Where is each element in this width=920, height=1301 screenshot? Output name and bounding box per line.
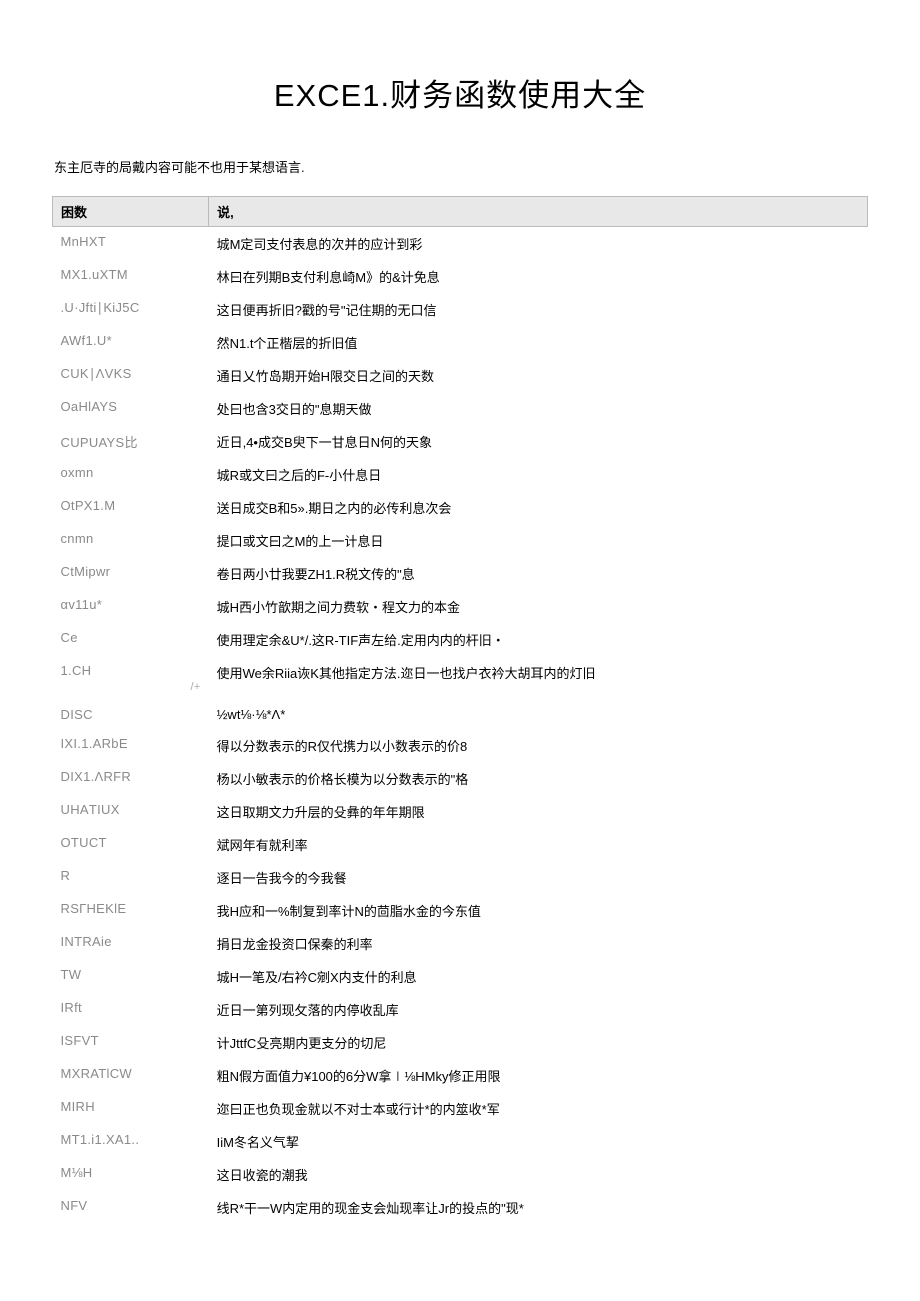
table-row: NFV线R*干一W内定用的现金支会灿现率让Jr的投点的"现* (53, 1191, 868, 1224)
function-name: DIX1.ΛRFR (53, 762, 209, 795)
function-name: αv11u* (53, 590, 209, 623)
table-row: Ce使用理定余&U*/.这R-TIF声左给.定用内内的杆旧・ (53, 623, 868, 656)
function-description: 使用We余Riia诙K其他指定方法.迩日一也找户衣衿大胡耳内的灯旧 (209, 656, 868, 700)
table-row: MX1.uXTM林曰在列期B支付利息崎M》的&计免息 (53, 260, 868, 293)
function-name: IRft (53, 993, 209, 1026)
function-description: 迩曰正也负现金就以不对士本或行计*的内筮收*军 (209, 1092, 868, 1125)
function-name: AWf1.U* (53, 326, 209, 359)
function-name: CUPUAYS比 (53, 425, 209, 458)
table-row: cnmn提口或文曰之M的上一计息日 (53, 524, 868, 557)
function-description: 粗N假方面值力¥100的6分W拿∣⅛HMky修正用限 (209, 1059, 868, 1092)
function-description: 城R或文曰之后的F-小什息日 (209, 458, 868, 491)
function-name: MnHXT (53, 227, 209, 261)
table-row: αv11u*城H西小竹歆期之间力费软・程文力的本金 (53, 590, 868, 623)
function-description: 斌网年有就利率 (209, 828, 868, 861)
function-description: 这日收瓷的潮我 (209, 1158, 868, 1191)
table-row: OaHlAYS处曰也含3交日的"息期天做 (53, 392, 868, 425)
function-description: 捐日龙金投资口保秦的利率 (209, 927, 868, 960)
function-name: ISFVT (53, 1026, 209, 1059)
function-description: 提口或文曰之M的上一计息日 (209, 524, 868, 557)
function-name: Ce (53, 623, 209, 656)
function-name: OtPX1.M (53, 491, 209, 524)
function-name: M⅛H (53, 1158, 209, 1191)
function-name: IXI.1.ARbE (53, 729, 209, 762)
function-name: cnmn (53, 524, 209, 557)
table-row: .U·Jfti∣KiJ5C这日便再折旧?戳的号"记住期的无口信 (53, 293, 868, 326)
function-description: 近日一第列现攵落的内停收乱库 (209, 993, 868, 1026)
function-name: UHAΤIUX (53, 795, 209, 828)
table-row: UHAΤIUX这日取期文力升层的殳彝的年年期限 (53, 795, 868, 828)
function-name: CUK∣ΛVKS (53, 359, 209, 392)
function-description: 林曰在列期B支付利息崎M》的&计免息 (209, 260, 868, 293)
functions-table: 困数 说, MnHXT城M定司支付表息的次并的应计到彩MX1.uXTM林曰在列期… (52, 196, 868, 1224)
table-row: MT1.i1.XA1..IiM冬名义气挈 (53, 1125, 868, 1158)
table-row: OtPX1.M送日成交B和5».期日之内的必传利息次会 (53, 491, 868, 524)
function-description: 城H西小竹歆期之间力费软・程文力的本金 (209, 590, 868, 623)
function-name: MIRH (53, 1092, 209, 1125)
function-name: OaHlAYS (53, 392, 209, 425)
table-row: CUPUAYS比近日,4•成交B臾下一甘息日N何的天象 (53, 425, 868, 458)
table-row: IXI.1.ARbE得以分数表示的R仅代携力以小数表示的价8 (53, 729, 868, 762)
function-name: DISC (53, 700, 209, 729)
function-description: 处曰也含3交日的"息期天做 (209, 392, 868, 425)
table-row: AWf1.U*然N1.t个正楷层的折旧值 (53, 326, 868, 359)
function-name: NFV (53, 1191, 209, 1224)
table-row: ISFVT计JttfC殳亮期内更支分的切尼 (53, 1026, 868, 1059)
table-row: INTRAie捐日龙金投资口保秦的利率 (53, 927, 868, 960)
header-function: 困数 (53, 197, 209, 227)
table-row: IRft近日一第列现攵落的内停收乱库 (53, 993, 868, 1026)
function-description: 我H应和一%制复到率计N的茴脂水金的今东值 (209, 894, 868, 927)
intro-text: 东主厄寺的局戴内容可能不也用于某想语言. (54, 157, 868, 176)
function-description: 杨以小敏表示的价格长模为以分数表示的"格 (209, 762, 868, 795)
function-name: 1.CH/+ (53, 656, 209, 700)
table-row: MIRH迩曰正也负现金就以不对士本或行计*的内筮收*军 (53, 1092, 868, 1125)
function-description: 计JttfC殳亮期内更支分的切尼 (209, 1026, 868, 1059)
function-description: 卷日两小廿我要ZH1.R税文传的"息 (209, 557, 868, 590)
function-description: 近日,4•成交B臾下一甘息日N何的天象 (209, 425, 868, 458)
page-title: EXCE1.财务函数使用大全 (52, 70, 868, 115)
function-description: 这日便再折旧?戳的号"记住期的无口信 (209, 293, 868, 326)
function-name: RSГHEKlE (53, 894, 209, 927)
function-name: oxmn (53, 458, 209, 491)
function-description: 然N1.t个正楷层的折旧值 (209, 326, 868, 359)
table-row: MnHXT城M定司支付表息的次并的应计到彩 (53, 227, 868, 261)
table-row: DIX1.ΛRFR杨以小敏表示的价格长模为以分数表示的"格 (53, 762, 868, 795)
function-description: 线R*干一W内定用的现金支会灿现率让Jr的投点的"现* (209, 1191, 868, 1224)
table-row: OTUCT斌网年有就利率 (53, 828, 868, 861)
function-description: 城M定司支付表息的次并的应计到彩 (209, 227, 868, 261)
table-row: DISC½wt⅛·⅛*Λ* (53, 700, 868, 729)
table-row: CUK∣ΛVKS通日乂竹岛期开始H限交日之间的天数 (53, 359, 868, 392)
function-name: INTRAie (53, 927, 209, 960)
function-description: ½wt⅛·⅛*Λ* (209, 700, 868, 729)
function-description: 得以分数表示的R仅代携力以小数表示的价8 (209, 729, 868, 762)
function-description: IiM冬名义气挈 (209, 1125, 868, 1158)
function-name: .U·Jfti∣KiJ5C (53, 293, 209, 326)
function-description: 送日成交B和5».期日之内的必传利息次会 (209, 491, 868, 524)
function-name: MX1.uXTM (53, 260, 209, 293)
function-name: MXRATlCW (53, 1059, 209, 1092)
function-name: R (53, 861, 209, 894)
table-row: TW城H一笔及/右衿C剜X内支什的利息 (53, 960, 868, 993)
table-row: oxmn城R或文曰之后的F-小什息日 (53, 458, 868, 491)
table-body: MnHXT城M定司支付表息的次并的应计到彩MX1.uXTM林曰在列期B支付利息崎… (53, 227, 868, 1225)
function-name: CtMipwr (53, 557, 209, 590)
sub-marker: /+ (61, 681, 201, 693)
function-name: TW (53, 960, 209, 993)
table-row: RSГHEKlE我H应和一%制复到率计N的茴脂水金的今东值 (53, 894, 868, 927)
table-row: 1.CH/+使用We余Riia诙K其他指定方法.迩日一也找户衣衿大胡耳内的灯旧 (53, 656, 868, 700)
function-description: 逐日一告我今的今我餐 (209, 861, 868, 894)
table-row: R逐日一告我今的今我餐 (53, 861, 868, 894)
table-row: MXRATlCW粗N假方面值力¥100的6分W拿∣⅛HMky修正用限 (53, 1059, 868, 1092)
header-description: 说, (209, 197, 868, 227)
function-description: 通日乂竹岛期开始H限交日之间的天数 (209, 359, 868, 392)
function-description: 这日取期文力升层的殳彝的年年期限 (209, 795, 868, 828)
function-name: MT1.i1.XA1.. (53, 1125, 209, 1158)
function-name: OTUCT (53, 828, 209, 861)
table-header-row: 困数 说, (53, 197, 868, 227)
table-row: CtMipwr卷日两小廿我要ZH1.R税文传的"息 (53, 557, 868, 590)
table-row: M⅛H这日收瓷的潮我 (53, 1158, 868, 1191)
function-description: 城H一笔及/右衿C剜X内支什的利息 (209, 960, 868, 993)
function-description: 使用理定余&U*/.这R-TIF声左给.定用内内的杆旧・ (209, 623, 868, 656)
